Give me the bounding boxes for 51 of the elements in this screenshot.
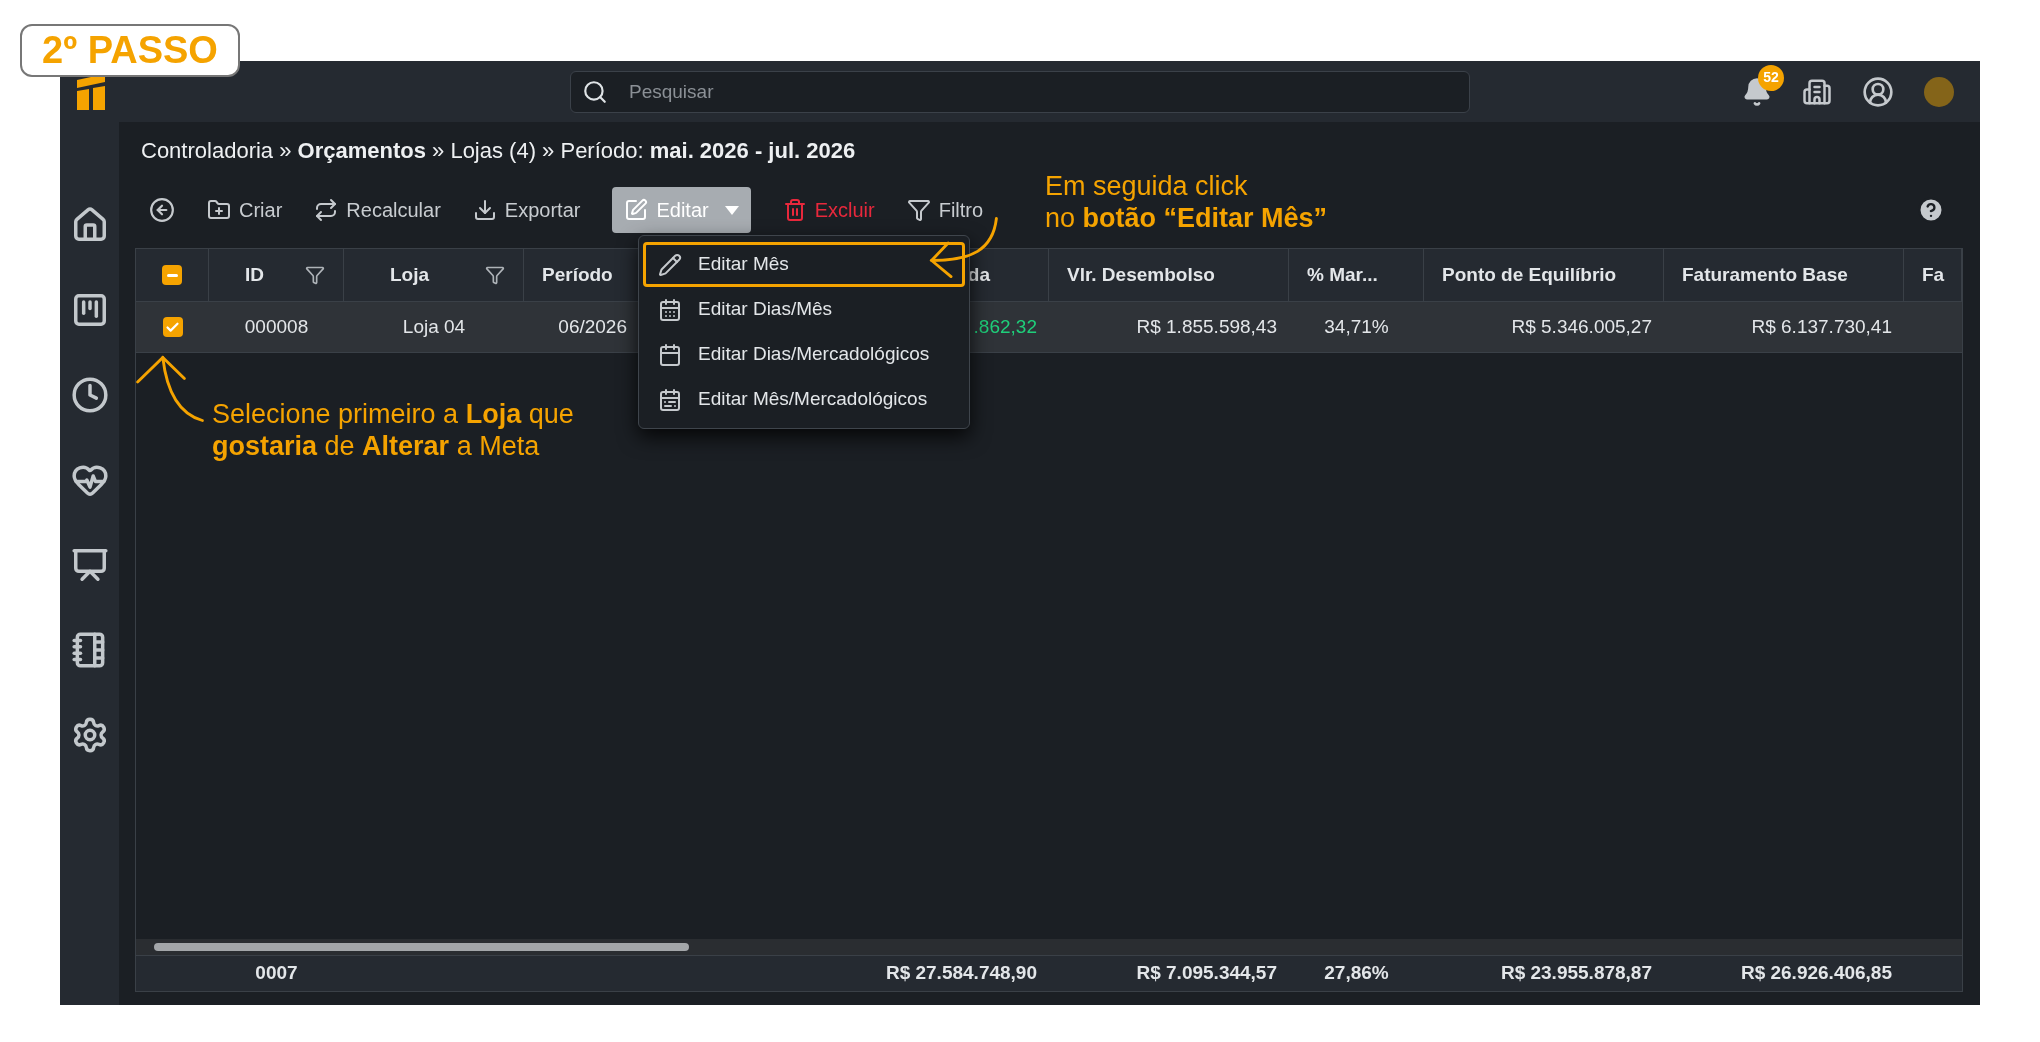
avatar[interactable]: [1924, 76, 1954, 107]
table-cell-text: R$ 6.137.730,41: [1751, 314, 1892, 339]
export-button[interactable]: Exportar: [472, 187, 581, 233]
help-icon[interactable]: [1917, 196, 1945, 224]
table-cell-text: 000008: [244, 314, 309, 339]
select-all-checkbox[interactable]: [162, 265, 182, 285]
recalc-icon: [314, 198, 339, 222]
create-icon: [207, 198, 231, 222]
row-checkbox[interactable]: [162, 317, 183, 337]
total-cell-text: 27,86%: [1324, 961, 1389, 986]
total-cell-text: R$ 26.926.406,85: [1740, 961, 1892, 986]
easel-icon[interactable]: [70, 546, 109, 584]
clock-icon[interactable]: [70, 376, 109, 414]
total-cell-text: 0007: [255, 961, 298, 986]
total-cell-text: R$ 23.955.878,87: [1500, 961, 1652, 986]
search-icon: [582, 78, 608, 105]
table-cell-text: R$ 1.855.598,43: [1136, 314, 1277, 339]
instruction-text: Em seguida click no botão “Editar Mês”: [1045, 170, 1328, 234]
filter-icon[interactable]: [485, 265, 505, 285]
calendar-grid-icon: [658, 387, 682, 412]
step-badge: 2º PASSO: [20, 24, 240, 77]
search-field[interactable]: Pesquisar: [570, 70, 1470, 113]
export-icon: [472, 198, 497, 222]
horizontal-scrollbar[interactable]: [136, 939, 1962, 955]
filter-icon[interactable]: [305, 265, 325, 285]
delete-icon: [782, 198, 807, 222]
minus-icon: [166, 273, 178, 277]
instruction-text: Selecione primeiro a Loja que gostaria de Alterar a Meta: [212, 398, 574, 462]
recalc-button[interactable]: Recalcular: [314, 187, 441, 233]
breadcrumb: Controladoria » Orçamentos » Lojas (4) » Período: mai. 2026 - jul. 2026: [141, 136, 856, 165]
pencil-icon: [658, 252, 682, 277]
user-icon[interactable]: [1862, 75, 1894, 108]
table-cell-text: 06/2026: [558, 314, 627, 339]
calendar-blank-icon: [658, 342, 682, 367]
delete-button[interactable]: Excluir: [782, 187, 875, 233]
filter-button[interactable]: Filtro: [906, 187, 984, 233]
create-button[interactable]: Criar: [207, 187, 283, 233]
menu-item[interactable]: Editar Mês: [643, 242, 965, 287]
calendar-days-icon: [658, 297, 682, 322]
table-cell-text: R$ 5.346.005,27: [1511, 314, 1652, 339]
table-cell-text: .862,32: [973, 314, 1037, 339]
back-icon[interactable]: [149, 197, 175, 223]
filter-icon: [906, 198, 931, 222]
edit-icon: [624, 198, 649, 222]
table-cell-text: 34,71%: [1324, 314, 1389, 339]
table-cell-text: Loja 04: [402, 314, 466, 339]
total-cell-text: R$ 7.095.344,57: [1136, 961, 1277, 986]
menu-item[interactable]: Editar Mês/Mercadológicos: [643, 377, 965, 422]
notification-count: 52: [1758, 64, 1784, 91]
total-cell-text: R$ 27.584.748,90: [885, 961, 1037, 986]
caret-icon: [724, 205, 739, 215]
